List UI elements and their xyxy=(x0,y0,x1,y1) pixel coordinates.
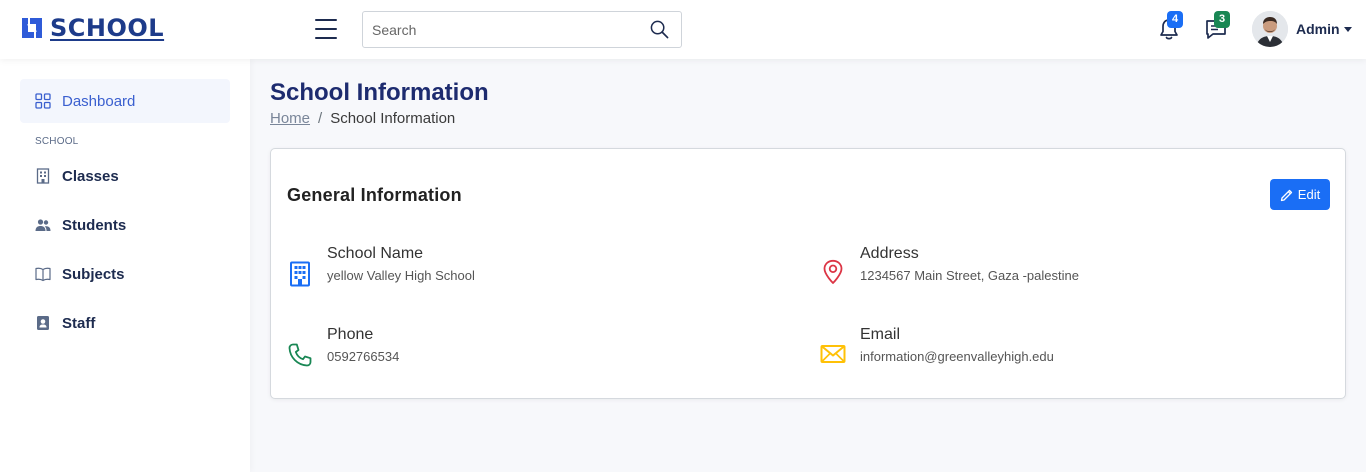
envelope-icon xyxy=(820,345,846,363)
card-title: General Information xyxy=(287,185,462,205)
search-icon[interactable] xyxy=(650,20,669,39)
book-icon xyxy=(35,267,51,282)
hamburger-icon xyxy=(315,19,337,21)
caret-down-icon xyxy=(1343,27,1352,32)
sidebar-section-label: SCHOOL xyxy=(35,136,79,147)
search-bar xyxy=(362,11,682,48)
sidebar: Dashboard SCHOOL Classes Students Subjec… xyxy=(0,59,250,472)
sidebar-item-students[interactable]: Students xyxy=(20,203,230,247)
page-title: School Information xyxy=(270,79,489,106)
building-icon xyxy=(36,168,50,184)
search-input[interactable] xyxy=(363,12,633,47)
phone-icon xyxy=(288,343,312,367)
breadcrumb-current: School Information xyxy=(330,110,456,127)
logo-text: SCHOOL xyxy=(50,14,165,42)
grid-icon xyxy=(35,93,51,109)
address-field: Address 1234567 Main Street, Gaza -pales… xyxy=(820,245,1300,290)
sidebar-toggle-button[interactable] xyxy=(315,19,337,39)
sidebar-item-label: Subjects xyxy=(62,265,125,283)
email-field: Email information@greenvalleyhigh.edu xyxy=(820,326,1300,371)
school-name-label: School Name xyxy=(327,245,424,262)
message-count-badge: 3 xyxy=(1214,11,1230,28)
edit-button-label: Edit xyxy=(1297,187,1321,202)
user-name: Admin xyxy=(1296,21,1340,37)
user-menu-dropdown[interactable]: Admin xyxy=(1296,21,1352,37)
user-avatar[interactable] xyxy=(1252,11,1288,47)
sidebar-item-label: Dashboard xyxy=(62,92,136,110)
pencil-icon xyxy=(1280,189,1292,201)
notification-count-badge: 4 xyxy=(1167,11,1183,28)
sidebar-item-dashboard[interactable]: Dashboard xyxy=(20,79,230,123)
school-name-value: yellow Valley High School xyxy=(327,268,475,283)
phone-field: Phone 0592766534 xyxy=(287,326,767,371)
building-icon xyxy=(290,261,310,287)
hamburger-bar xyxy=(315,28,337,30)
breadcrumb-separator: / xyxy=(318,110,323,127)
breadcrumb-home-link[interactable]: Home xyxy=(270,110,310,127)
avatar-image xyxy=(1252,11,1288,47)
logo-mark-icon xyxy=(22,18,42,38)
sidebar-item-staff[interactable]: Staff xyxy=(20,301,230,345)
badge-icon xyxy=(37,316,49,330)
hamburger-bar xyxy=(315,37,337,39)
email-label: Email xyxy=(860,326,901,343)
sidebar-item-classes[interactable]: Classes xyxy=(20,154,230,198)
sidebar-item-label: Classes xyxy=(62,167,119,185)
app-logo[interactable]: SCHOOL xyxy=(20,14,164,42)
top-navbar: SCHOOL 4 3 Admin xyxy=(0,0,1366,59)
location-pin-icon xyxy=(823,259,843,284)
phone-value: 0592766534 xyxy=(327,349,400,364)
sidebar-item-label: Students xyxy=(62,216,127,234)
people-icon xyxy=(35,219,51,231)
edit-button[interactable]: Edit xyxy=(1270,179,1330,210)
address-label: Address xyxy=(860,245,919,262)
address-value: 1234567 Main Street, Gaza -palestine xyxy=(860,268,1079,283)
breadcrumb: Home / School Information xyxy=(270,110,455,127)
school-name-field: School Name yellow Valley High School xyxy=(287,245,767,290)
general-information-card: General Information Edit School Name yel… xyxy=(270,148,1346,399)
email-value: information@greenvalleyhigh.edu xyxy=(860,349,1054,364)
sidebar-item-label: Staff xyxy=(62,314,96,332)
sidebar-item-subjects[interactable]: Subjects xyxy=(20,252,230,296)
phone-label: Phone xyxy=(327,326,374,343)
